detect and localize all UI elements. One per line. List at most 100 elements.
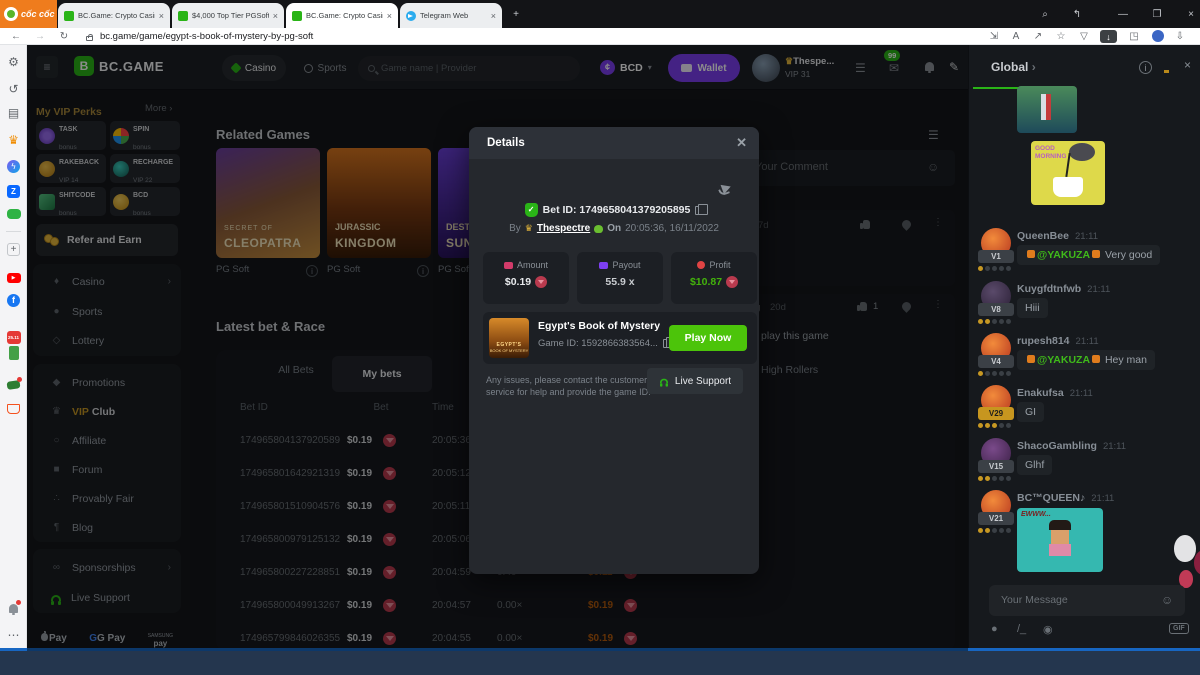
chat-gif-ewww[interactable]: EWWW...: [1017, 508, 1103, 572]
close-icon[interactable]: ✕: [736, 127, 747, 159]
game-thumbnail[interactable]: EGYPT'S BOOK OF MYSTERY: [489, 318, 529, 358]
window-maximize-button[interactable]: ❐: [1142, 0, 1172, 28]
gif-picker-button[interactable]: GIF: [1169, 623, 1189, 634]
back-icon[interactable]: ←: [8, 29, 24, 44]
send-to-device-icon[interactable]: ⇲: [986, 29, 1002, 44]
games-gamepad-icon[interactable]: [0, 208, 27, 222]
reading-list-icon[interactable]: ▤: [0, 106, 27, 120]
balloon-decoration: [1174, 535, 1196, 562]
translate-icon[interactable]: A: [1008, 29, 1024, 44]
modal-header: Details ✕: [469, 127, 759, 159]
vip-progress-dots: [978, 266, 1011, 271]
chat-username[interactable]: rupesh81421:11: [1017, 335, 1099, 347]
chat-image-message[interactable]: [1017, 86, 1077, 133]
tab-title: $4,000 Top Tier PGSoft Multi: [192, 11, 269, 20]
trx-coin-icon: [535, 276, 547, 288]
messenger-icon[interactable]: ϟ: [0, 158, 27, 173]
chevron-right-icon: ›: [1032, 60, 1036, 74]
reload-icon[interactable]: ↻: [56, 29, 72, 44]
sale-25-11-icon[interactable]: 25.11: [0, 328, 27, 344]
chat-message-input[interactable]: Your Message ☺: [989, 585, 1185, 616]
chat-username[interactable]: ShacoGambling21:11: [1017, 440, 1126, 452]
modal-title: Details: [487, 137, 525, 149]
download-active-icon[interactable]: ↓: [1100, 30, 1117, 43]
tab-close-icon[interactable]: ×: [491, 11, 496, 21]
bookmark-star-icon[interactable]: ☆: [1053, 29, 1069, 44]
window-minimize-button[interactable]: —: [1108, 0, 1138, 28]
adblock-shield-icon[interactable]: ▽: [1076, 29, 1092, 44]
battery-saver-icon[interactable]: [0, 346, 27, 363]
chat-username[interactable]: BC™QUEEN♪21:11: [1017, 492, 1114, 504]
extensions-puzzle-icon[interactable]: ◳: [1126, 29, 1142, 44]
tab-close-icon[interactable]: ×: [159, 11, 164, 21]
downloads-icon[interactable]: ⇩: [1172, 29, 1188, 44]
recent-tabs-icon[interactable]: ↰: [1062, 0, 1092, 28]
forward-icon[interactable]: →: [32, 29, 48, 44]
chat-gif-good-morning[interactable]: GOOD MORNING: [1031, 141, 1105, 205]
rain-drop-icon[interactable]: ●: [991, 623, 998, 635]
study-cap-icon[interactable]: [0, 378, 27, 392]
chat-rules-info-icon[interactable]: i: [1139, 61, 1152, 74]
zalo-icon[interactable]: Z: [0, 183, 27, 198]
vip-crown-icon[interactable]: ♛: [0, 133, 27, 147]
more-options-icon[interactable]: ⋯: [0, 628, 27, 642]
amount-icon: [504, 262, 513, 269]
chat-text: Hiii: [1017, 298, 1048, 318]
tab-close-icon[interactable]: ×: [273, 11, 278, 21]
url-text[interactable]: bc.game/game/egypt-s-book-of-mystery-by-…: [100, 31, 313, 42]
tab-close-icon[interactable]: ×: [387, 11, 392, 21]
bet-user-link[interactable]: Thespectre: [537, 223, 590, 234]
settings-gear-icon[interactable]: ⚙: [0, 55, 27, 69]
tab-search-icon[interactable]: ⌕: [1030, 0, 1060, 28]
badge-icon: [1027, 250, 1035, 258]
chat-text: @YAKUZA Very good: [1017, 245, 1160, 265]
copy-icon[interactable]: [695, 206, 703, 215]
windows-taskbar: L ∧ )) ENG 9:11 PM11/16/2022: [0, 651, 1200, 675]
browser-tab-4[interactable]: Telegram Web ×: [400, 3, 502, 28]
share-icon[interactable]: ↗: [1030, 29, 1046, 44]
coccoc-logo-icon: [4, 7, 18, 21]
history-icon[interactable]: ↺: [0, 82, 27, 96]
chat-text: Glhf: [1017, 455, 1052, 475]
browser-sidebar: ⚙ ↺ ▤ ♛ ϟ Z + ▶ f 25.11 ⋯: [0, 45, 27, 651]
chat-message: V4 rupesh81421:11 @YAKUZA Hey man: [969, 333, 1200, 385]
stat-payout: Payout 55.9 x: [577, 252, 663, 304]
chat-username[interactable]: Kuygfdtnfwb21:11: [1017, 283, 1110, 295]
screen: cốc cốc BC.Game: Crypto Casino Gan × $4,…: [0, 0, 1200, 675]
coin-drop-icon[interactable]: ◉: [1043, 623, 1053, 636]
bet-details-modal: Details ✕ ✓ Bet ID: 1749658041379205895 …: [469, 127, 759, 574]
window-close-button[interactable]: ×: [1176, 0, 1200, 28]
browser-tab-2[interactable]: $4,000 Top Tier PGSoft Multi ×: [172, 3, 284, 28]
facebook-icon[interactable]: f: [0, 292, 27, 307]
add-shortcut-icon[interactable]: +: [0, 241, 27, 256]
chat-room-selector[interactable]: Global ›: [991, 60, 1036, 74]
shopping-cart-icon[interactable]: [0, 403, 27, 417]
slash-command-icon[interactable]: /_: [1017, 623, 1026, 635]
share-bet-icon[interactable]: [721, 182, 733, 194]
live-support-button[interactable]: Live Support: [647, 368, 743, 394]
headset-icon: [660, 379, 668, 384]
vip-progress-dots: [978, 476, 1011, 481]
emoji-smiley-icon[interactable]: ☺: [1161, 585, 1173, 616]
play-now-button[interactable]: Play Now: [669, 325, 747, 351]
new-tab-button[interactable]: +: [506, 0, 526, 28]
badge-icon: [1027, 355, 1035, 363]
chat-message: V1 QueenBee21:11 @YAKUZA Very good: [969, 228, 1200, 280]
badge-icon: [1092, 250, 1100, 258]
modal-game-id: Game ID: 1592866383564...: [538, 338, 671, 349]
browser-tab-3-active[interactable]: BC.Game: Crypto Casino Gan ×: [286, 3, 398, 28]
bet-id-text: Bet ID: 1749658041379205895: [543, 204, 691, 216]
notifications-bell-icon[interactable]: [0, 602, 27, 616]
browser-profile-avatar[interactable]: [1152, 30, 1164, 42]
vip-level-badge: V4: [978, 355, 1014, 368]
browser-tabstrip: cốc cốc BC.Game: Crypto Casino Gan × $4,…: [0, 0, 1200, 28]
vip-progress-dots: [978, 528, 1011, 533]
browser-tab-1[interactable]: BC.Game: Crypto Casino Gan ×: [58, 3, 170, 28]
youtube-icon[interactable]: ▶: [0, 268, 27, 283]
tab-title: BC.Game: Crypto Casino Gan: [78, 11, 155, 20]
modal-game-title: Egypt's Book of Mystery: [538, 320, 660, 332]
chat-close-icon[interactable]: ×: [1184, 58, 1191, 72]
chat-username[interactable]: Enakufsa21:11: [1017, 387, 1093, 399]
coccoc-brand[interactable]: cốc cốc: [0, 0, 57, 28]
chat-username[interactable]: QueenBee21:11: [1017, 230, 1098, 242]
